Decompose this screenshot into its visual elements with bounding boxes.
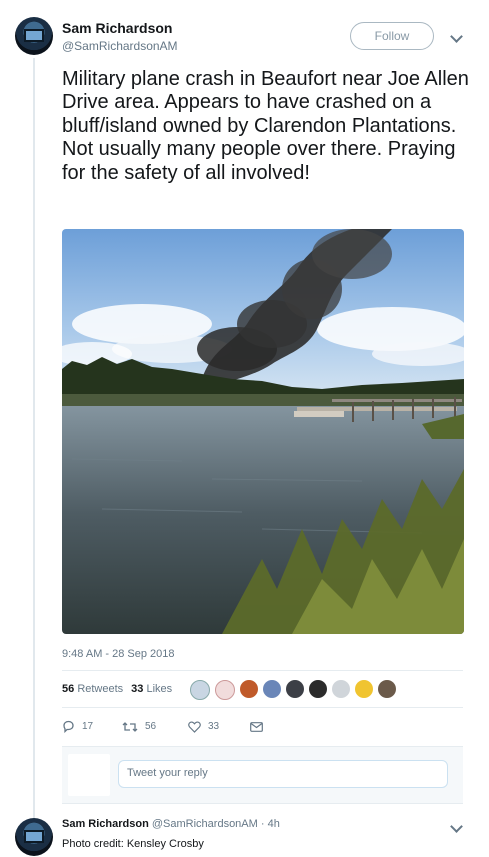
reply-count: 17 [82,721,94,732]
reply-header: Sam Richardson @SamRichardsonAM · 4h [62,818,280,830]
tweet-stats: 56 Retweets 33 Likes [62,683,172,695]
liker-avatar[interactable] [190,680,210,700]
divider [62,670,463,671]
liker-avatar[interactable] [309,680,327,698]
liker-avatar[interactable] [215,680,235,700]
retweet-icon [122,721,138,732]
tweet-timestamp[interactable]: 9:48 AM - 28 Sep 2018 [62,648,175,660]
likers-avatars [190,680,401,700]
divider [62,707,463,708]
liker-avatar[interactable] [286,680,304,698]
reply-time[interactable]: · 4h [261,818,280,830]
reply-input[interactable]: Tweet your reply [118,760,448,788]
reply-avatar[interactable] [15,818,53,856]
current-user-avatar [68,754,110,796]
retweet-button[interactable]: 56 [122,721,188,733]
liker-avatar[interactable] [378,680,396,698]
liker-avatar[interactable] [263,680,281,698]
follow-button[interactable]: Follow [350,22,434,50]
retweets-count: 56 [62,683,75,695]
author-name[interactable]: Sam Richardson [62,20,172,36]
reply-author-handle[interactable]: @SamRichardsonAM [152,818,258,830]
thread-line [33,58,35,818]
liker-avatar[interactable] [240,680,258,698]
likes-count: 33 [131,683,144,695]
reply-button[interactable]: 17 [62,720,122,733]
liker-avatar[interactable] [332,680,350,698]
likes-stat[interactable]: 33 Likes [131,683,172,695]
tweet-photo[interactable] [62,229,464,634]
message-button[interactable] [250,721,263,732]
liker-avatar[interactable] [355,680,373,698]
heart-icon [188,721,201,733]
chevron-down-icon[interactable] [450,30,463,43]
chevron-down-icon[interactable] [450,820,463,833]
likes-label: Likes [146,683,173,695]
reply-text: Photo credit: Kensley Crosby [62,838,204,850]
like-count: 33 [208,721,220,732]
photo-scene [62,229,464,634]
like-button[interactable]: 33 [188,721,250,733]
reply-box: Tweet your reply [62,746,463,804]
retweet-count: 56 [145,721,157,732]
retweets-label: Retweets [77,683,124,695]
retweets-stat[interactable]: 56 Retweets [62,683,123,695]
envelope-icon [250,721,263,732]
author-handle[interactable]: @SamRichardsonAM [62,39,178,53]
reply-icon [63,720,74,733]
reply-author-name[interactable]: Sam Richardson [62,818,149,830]
avatar[interactable] [15,17,53,55]
tweet-actions: 17 56 33 [62,720,263,733]
tweet-text: Military plane crash in Beaufort near Jo… [62,68,469,184]
